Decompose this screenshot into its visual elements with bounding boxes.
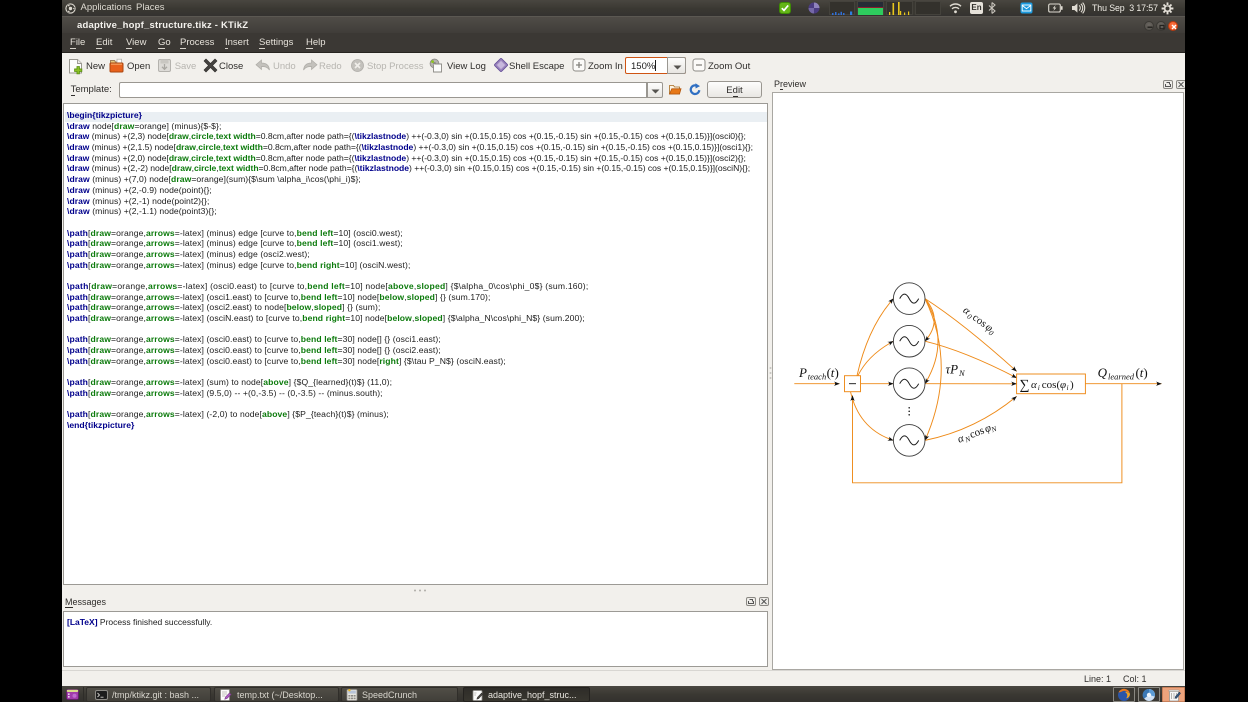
svg-text:Q: Q bbox=[1098, 365, 1108, 380]
svg-text:i: i bbox=[1038, 383, 1040, 392]
svg-text:α: α bbox=[1031, 379, 1037, 391]
svg-text:∑: ∑ bbox=[1020, 378, 1030, 393]
svg-text:i: i bbox=[1067, 383, 1069, 392]
svg-text:): ) bbox=[1143, 365, 1147, 380]
svg-text:): ) bbox=[1070, 379, 1074, 391]
svg-text:τP: τP bbox=[946, 362, 959, 377]
svg-text:φ: φ bbox=[1060, 379, 1066, 391]
svg-text:cos(: cos( bbox=[1042, 379, 1061, 391]
svg-text:P: P bbox=[798, 365, 807, 380]
svg-text:): ) bbox=[835, 365, 839, 380]
svg-text:teach: teach bbox=[808, 372, 826, 382]
svg-text:N: N bbox=[958, 368, 966, 378]
svg-text:learned: learned bbox=[1108, 372, 1135, 382]
